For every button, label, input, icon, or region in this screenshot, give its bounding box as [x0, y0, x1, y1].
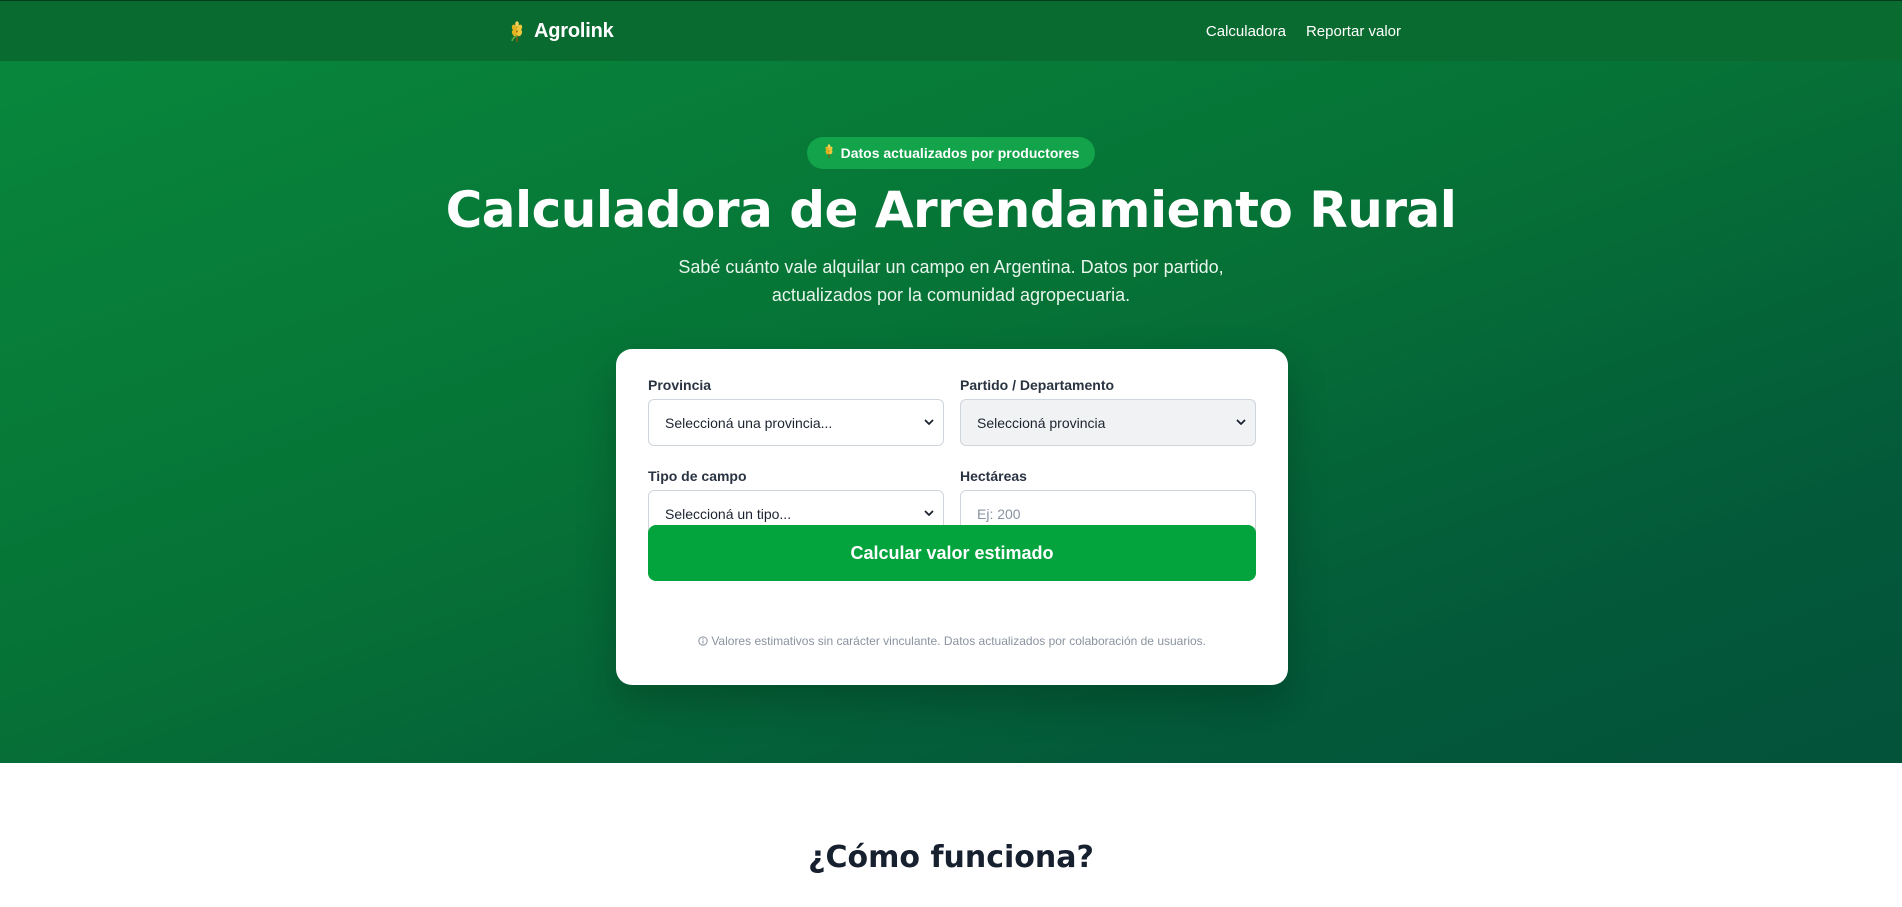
- updated-badge: Datos actualizados por productores: [806, 137, 1096, 169]
- badge-label: Datos actualizados por productores: [840, 145, 1080, 161]
- main-nav: Calculadora Reportar valor: [1206, 23, 1401, 40]
- wheat-icon: [508, 20, 526, 43]
- hectareas-label: Hectáreas: [960, 468, 1027, 484]
- chevron-down-icon: [923, 506, 935, 522]
- provincia-select[interactable]: Seleccioná una provincia...: [648, 399, 944, 446]
- wheat-icon: [823, 144, 835, 162]
- badge-wrapper: Datos actualizados por productores: [0, 137, 1902, 169]
- top-navbar: Agrolink Calculadora Reportar valor: [0, 0, 1902, 61]
- calcular-button[interactable]: Calcular valor estimado: [648, 525, 1256, 581]
- nav-link-reportar-valor[interactable]: Reportar valor: [1306, 23, 1401, 40]
- partido-select-value: Seleccioná provincia: [977, 414, 1106, 431]
- provincia-select-value: Seleccioná una provincia...: [665, 414, 833, 431]
- partido-label: Partido / Departamento: [960, 377, 1115, 393]
- chevron-down-icon: [1235, 415, 1247, 431]
- page-title: Calculadora de Arrendamiento Rural: [445, 181, 1457, 239]
- partido-select[interactable]: Seleccioná provincia: [960, 399, 1256, 446]
- how-it-works-title: ¿Cómo funciona?: [808, 840, 1094, 875]
- calculator-card: Provincia Seleccioná una provincia... Pa…: [616, 349, 1288, 685]
- chevron-down-icon: [923, 415, 935, 431]
- nav-link-calculadora[interactable]: Calculadora: [1206, 23, 1286, 40]
- hero-section: Datos actualizados por productores Calcu…: [0, 61, 1902, 763]
- info-icon: [698, 634, 711, 648]
- brand-name: Agrolink: [534, 20, 614, 42]
- provincia-field: Provincia Seleccioná una provincia...: [648, 377, 944, 446]
- disclaimer-text: Valores estimativos sin carácter vincula…: [711, 634, 1207, 648]
- provincia-label: Provincia: [648, 377, 712, 393]
- partido-field: Partido / Departamento Seleccioná provin…: [960, 377, 1256, 446]
- tipo-label: Tipo de campo: [648, 468, 747, 484]
- brand-logo[interactable]: Agrolink: [508, 20, 614, 43]
- page-subtitle: Sabé cuánto vale alquilar un campo en Ar…: [678, 257, 1224, 305]
- navbar-inner: Agrolink Calculadora Reportar valor: [508, 1, 1401, 62]
- tipo-select-value: Seleccioná un tipo...: [665, 505, 792, 522]
- disclaimer: Valores estimativos sin carácter vincula…: [616, 634, 1288, 648]
